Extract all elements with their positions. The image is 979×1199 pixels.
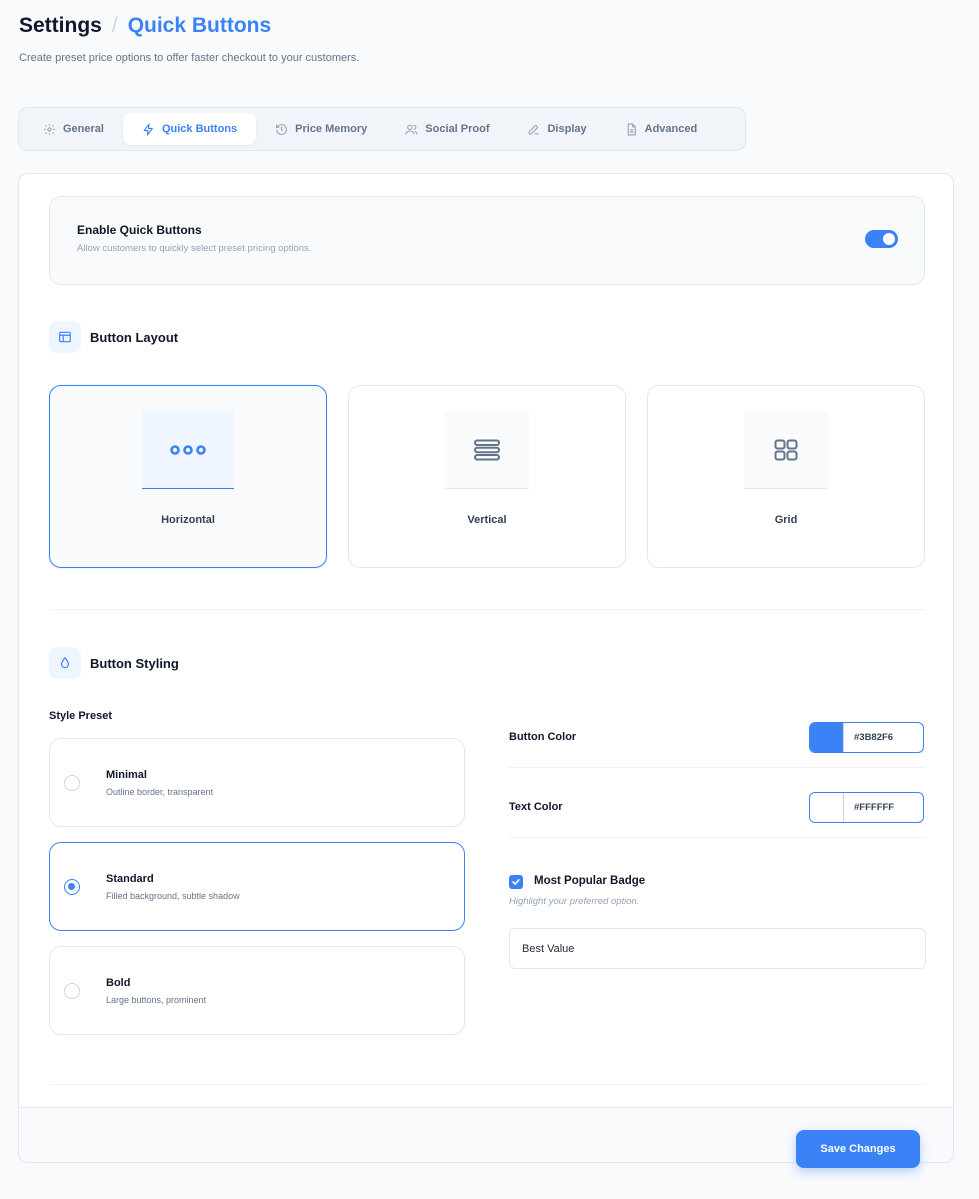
grid-icon (774, 439, 798, 460)
tab-label: General (63, 123, 104, 135)
layout-label: Grid (774, 514, 798, 526)
preset-radio[interactable] (64, 879, 80, 895)
settings-card: Enable Quick Buttons Allow customers to … (18, 173, 954, 1163)
tab-label: Price Memory (295, 123, 368, 135)
text-color-swatch[interactable] (810, 793, 844, 822)
users-icon (405, 124, 418, 134)
dots-horizontal-icon (170, 444, 206, 455)
check-icon (512, 879, 520, 885)
preset-description: Filled background, subtle shadow (106, 891, 240, 901)
tab-quick-buttons[interactable]: Quick Buttons (122, 113, 257, 145)
button-layout-header: Button Layout (49, 321, 178, 353)
enable-toggle[interactable] (865, 230, 898, 248)
preset-radio[interactable] (64, 775, 80, 791)
text-color-hex[interactable]: #FFFFFF (844, 793, 923, 822)
history-icon (276, 123, 288, 135)
preset-description: Large buttons, prominent (106, 995, 207, 1005)
row-divider (509, 837, 925, 838)
layout-preview (445, 411, 529, 489)
document-icon (627, 123, 636, 135)
layout-preview (744, 411, 828, 489)
most-popular-label: Most Popular Badge (534, 875, 646, 887)
section-divider (49, 1084, 925, 1085)
style-preset-label: Style Preset (49, 710, 112, 722)
layout-label: Vertical (467, 514, 507, 526)
preset-option-bold[interactable]: Bold Large buttons, prominent (49, 946, 465, 1035)
most-popular-hint: Highlight your preferred option. (509, 896, 640, 907)
button-styling-header: Button Styling (49, 647, 179, 679)
tab-label: Display (547, 123, 587, 135)
button-color-label: Button Color (509, 731, 577, 743)
enable-quick-buttons-panel: Enable Quick Buttons Allow customers to … (49, 196, 925, 285)
badge-text-input[interactable] (509, 928, 926, 969)
page-title-current: Quick Buttons (127, 14, 272, 37)
layout-option-horizontal[interactable]: Horizontal (49, 385, 327, 568)
tab-label: Advanced (644, 123, 698, 135)
preset-description: Outline border, transparent (106, 787, 214, 797)
section-divider (49, 609, 925, 610)
droplet-icon (49, 647, 81, 679)
section-title: Button Styling (90, 655, 179, 671)
button-color-hex[interactable]: #3B82F6 (844, 723, 923, 752)
tab-label: Social Proof (425, 123, 490, 135)
breadcrumb-separator: / (111, 14, 118, 37)
layout-option-grid[interactable]: Grid (647, 385, 925, 568)
layout-preview (142, 411, 234, 489)
tab-general[interactable]: General (24, 113, 123, 145)
stack-icon (474, 439, 500, 460)
section-title: Button Layout (90, 329, 179, 345)
preset-radio[interactable] (64, 983, 80, 999)
text-color-label: Text Color (509, 801, 563, 813)
tab-advanced[interactable]: Advanced (606, 113, 717, 145)
button-color-picker[interactable]: #3B82F6 (809, 722, 924, 753)
gear-icon (44, 123, 55, 135)
enable-title: Enable Quick Buttons (77, 223, 202, 237)
settings-tabs: General Quick Buttons Price Memory Socia… (18, 107, 746, 151)
text-color-picker[interactable]: #FFFFFF (809, 792, 924, 823)
layout-option-vertical[interactable]: Vertical (348, 385, 626, 568)
page-title: Settings / Quick Buttons (19, 14, 271, 38)
pencil-icon (529, 124, 539, 134)
tab-social-proof[interactable]: Social Proof (386, 113, 508, 145)
page-subtitle: Create preset price options to offer fas… (19, 52, 360, 64)
preset-option-minimal[interactable]: Minimal Outline border, transparent (49, 738, 465, 827)
preset-name: Bold (106, 977, 131, 989)
preset-name: Standard (106, 873, 154, 885)
enable-description: Allow customers to quickly select preset… (77, 243, 312, 254)
button-color-swatch[interactable] (810, 723, 844, 752)
layout-label: Horizontal (161, 514, 215, 526)
most-popular-checkbox[interactable] (509, 875, 523, 889)
page-title-settings: Settings (19, 14, 102, 37)
row-divider (509, 767, 925, 768)
toggle-knob (883, 233, 895, 245)
lightning-icon (143, 123, 153, 135)
save-button[interactable]: Save Changes (796, 1130, 920, 1168)
tab-price-memory[interactable]: Price Memory (256, 113, 386, 145)
preset-option-standard[interactable]: Standard Filled background, subtle shado… (49, 842, 465, 931)
layout-icon (49, 321, 81, 353)
tab-label: Quick Buttons (161, 123, 238, 135)
tab-display[interactable]: Display (508, 113, 605, 145)
preset-name: Minimal (106, 769, 147, 781)
